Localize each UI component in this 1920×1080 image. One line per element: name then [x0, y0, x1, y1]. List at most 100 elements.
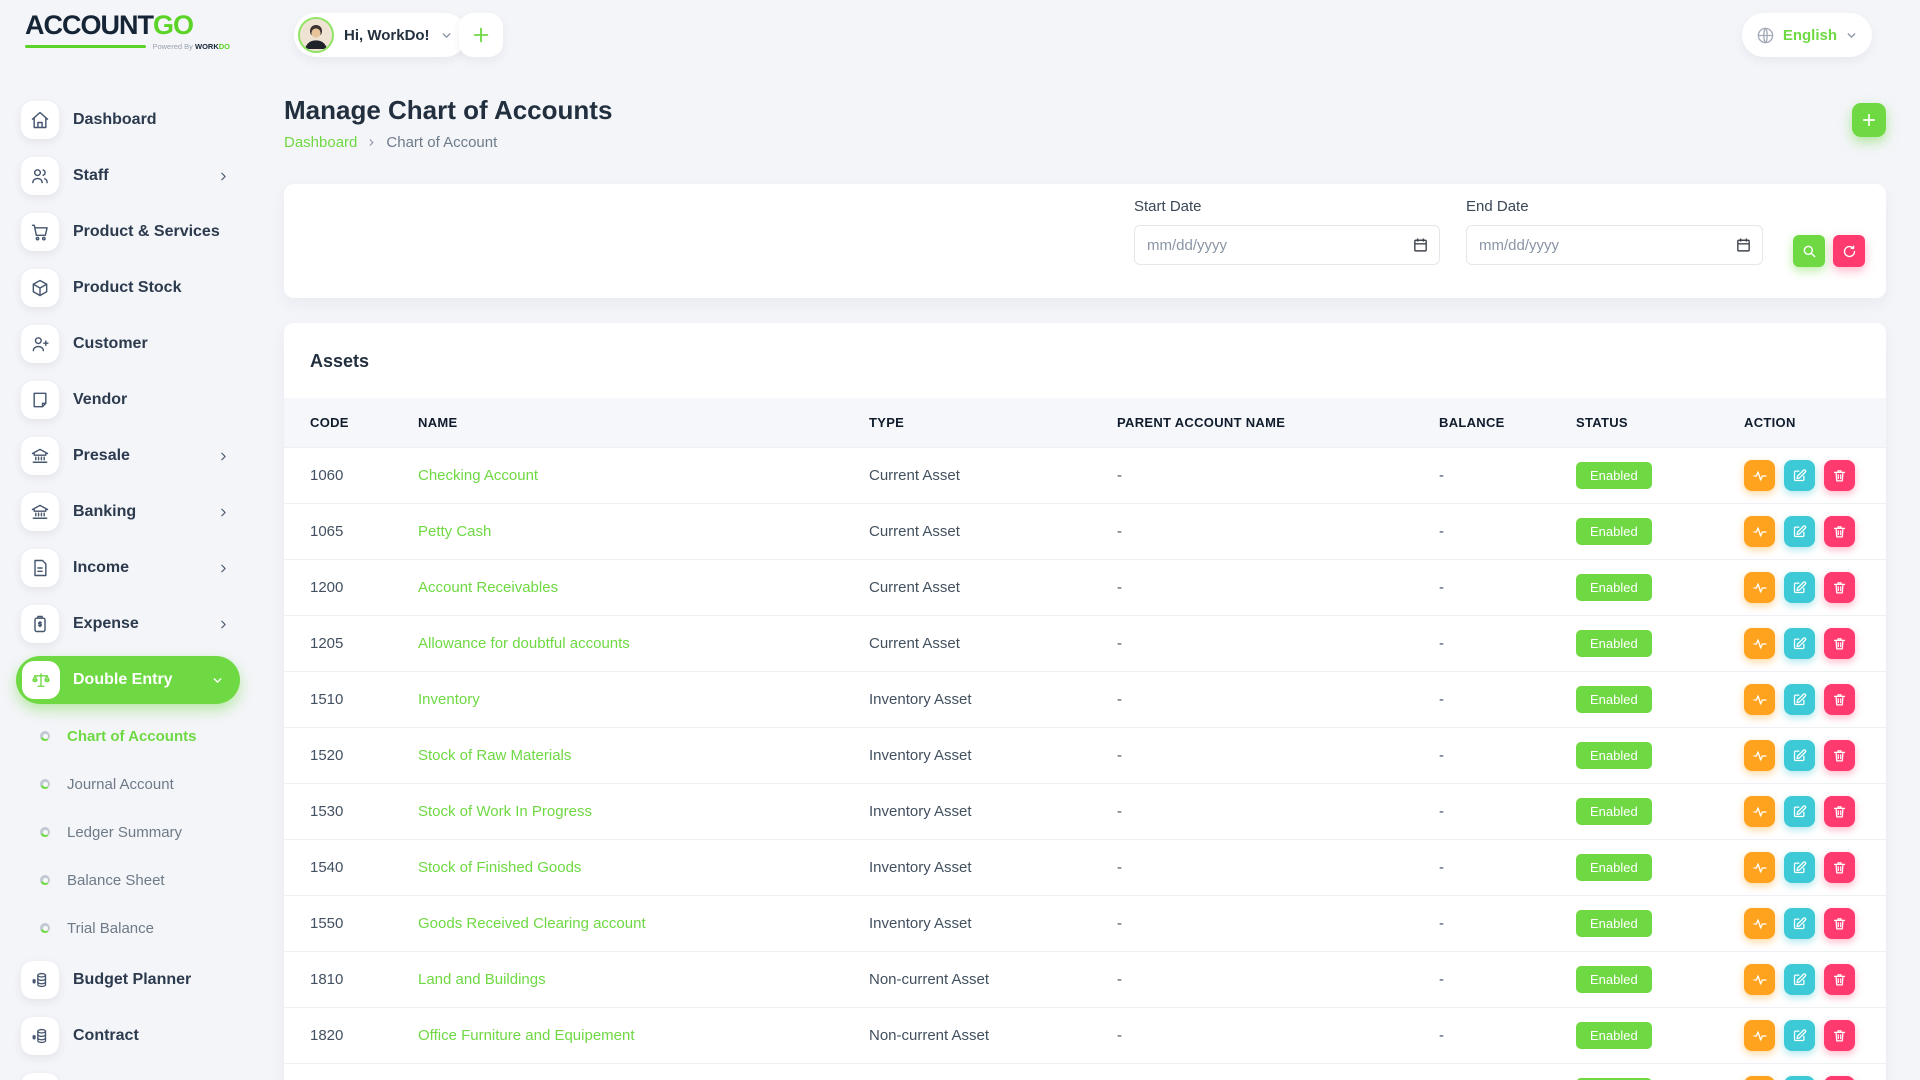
sidebar-item-product-services[interactable]: Product & Services — [0, 204, 260, 260]
delete-button[interactable] — [1824, 572, 1855, 603]
account-name-link[interactable]: Inventory — [418, 691, 480, 708]
edit-button[interactable] — [1784, 740, 1815, 771]
start-date-input[interactable] — [1134, 225, 1440, 265]
account-name-link[interactable]: Checking Account — [418, 467, 538, 484]
col-parent: PARENT ACCOUNT NAME — [1091, 398, 1413, 448]
search-button[interactable] — [1793, 235, 1825, 267]
page-head: Manage Chart of Accounts Dashboard Chart… — [284, 95, 1886, 151]
sidebar-item-expense[interactable]: Expense — [0, 596, 260, 652]
account-name-link[interactable]: Goods Received Clearing account — [418, 915, 646, 932]
transactions-button[interactable] — [1744, 796, 1775, 827]
document-icon — [21, 549, 59, 587]
account-name-link[interactable]: Account Receivables — [418, 579, 558, 596]
delete-button[interactable] — [1824, 460, 1855, 491]
sidebar-item-income[interactable]: Income — [0, 540, 260, 596]
sidebar-subitem-chart-of-accounts[interactable]: Chart of Accounts — [0, 712, 260, 760]
transactions-button[interactable] — [1744, 1076, 1775, 1080]
delete-button[interactable] — [1824, 516, 1855, 547]
account-name-link[interactable]: Stock of Work In Progress — [418, 803, 592, 820]
account-type: Inventory Asset — [843, 728, 1091, 784]
sidebar-subitem-trial-balance[interactable]: Trial Balance — [0, 904, 260, 952]
account-code: 1540 — [284, 840, 392, 896]
edit-button[interactable] — [1784, 908, 1815, 939]
delete-button[interactable] — [1824, 740, 1855, 771]
transactions-button[interactable] — [1744, 684, 1775, 715]
edit-button[interactable] — [1784, 796, 1815, 827]
sidebar-item-presale[interactable]: Presale — [0, 428, 260, 484]
account-name-link[interactable]: Stock of Raw Materials — [418, 747, 571, 764]
transactions-button[interactable] — [1744, 1020, 1775, 1051]
sidebar-subitem-ledger-summary[interactable]: Ledger Summary — [0, 808, 260, 856]
account-name-link[interactable]: Petty Cash — [418, 523, 491, 540]
chevron-right-icon — [217, 618, 230, 631]
trash-icon — [1832, 860, 1847, 875]
sidebar-subitem-balance-sheet[interactable]: Balance Sheet — [0, 856, 260, 904]
transactions-button[interactable] — [1744, 740, 1775, 771]
sidebar-item-dashboard[interactable]: Dashboard — [0, 92, 260, 148]
sidebar-item-contract[interactable]: Contract — [0, 1008, 260, 1064]
edit-button[interactable] — [1784, 516, 1815, 547]
account-name-link[interactable]: Allowance for doubtful accounts — [418, 635, 630, 652]
transactions-button[interactable] — [1744, 628, 1775, 659]
delete-button[interactable] — [1824, 1020, 1855, 1051]
account-name-link[interactable]: Stock of Finished Goods — [418, 859, 581, 876]
brand-logo[interactable]: ACCOUNTGO Powered By WORKDO — [25, 12, 230, 51]
delete-button[interactable] — [1824, 684, 1855, 715]
end-date-input[interactable] — [1466, 225, 1763, 265]
account-name-link[interactable]: Office Furniture and Equipement — [418, 1027, 635, 1044]
breadcrumb-dashboard-link[interactable]: Dashboard — [284, 134, 357, 151]
sidebar-item-product-stock[interactable]: Product Stock — [0, 260, 260, 316]
calendar-icon[interactable] — [1412, 236, 1429, 253]
sidebar-item-budget-planner[interactable]: Budget Planner — [0, 952, 260, 1008]
calendar-icon[interactable] — [1735, 236, 1752, 253]
edit-button[interactable] — [1784, 628, 1815, 659]
edit-button[interactable] — [1784, 684, 1815, 715]
sidebar-item-double-entry[interactable]: Double Entry — [16, 656, 240, 704]
quick-add-button[interactable] — [459, 13, 503, 57]
sidebar-item-vendor[interactable]: Vendor — [0, 372, 260, 428]
account-code: 1820 — [284, 1008, 392, 1064]
delete-button[interactable] — [1824, 852, 1855, 883]
transactions-button[interactable] — [1744, 964, 1775, 995]
delete-button[interactable] — [1824, 796, 1855, 827]
delete-button[interactable] — [1824, 628, 1855, 659]
transactions-button[interactable] — [1744, 516, 1775, 547]
chevron-right-icon — [217, 562, 230, 575]
sidebar-subitem-journal-account[interactable]: Journal Account — [0, 760, 260, 808]
activity-icon — [1752, 972, 1768, 988]
sidebar-item-banking[interactable]: Banking — [0, 484, 260, 540]
edit-button[interactable] — [1784, 460, 1815, 491]
delete-button[interactable] — [1824, 964, 1855, 995]
activity-icon — [1752, 860, 1768, 876]
chevron-right-icon — [366, 137, 377, 148]
reset-button[interactable] — [1833, 235, 1865, 267]
sidebar-item-staff[interactable]: Staff — [0, 148, 260, 204]
bullet-icon — [40, 731, 50, 741]
transactions-button[interactable] — [1744, 460, 1775, 491]
scales-icon — [22, 661, 60, 699]
edit-button[interactable] — [1784, 572, 1815, 603]
account-name-link[interactable]: Land and Buildings — [418, 971, 546, 988]
sidebar-item-customer[interactable]: Customer — [0, 316, 260, 372]
account-type: Current Asset — [843, 504, 1091, 560]
parent-account-name: - — [1091, 840, 1413, 896]
add-account-button[interactable] — [1852, 103, 1886, 137]
edit-icon — [1792, 860, 1807, 875]
language-selector[interactable]: English — [1742, 13, 1872, 57]
edit-button[interactable] — [1784, 852, 1815, 883]
account-code: 1065 — [284, 504, 392, 560]
transactions-button[interactable] — [1744, 852, 1775, 883]
delete-button[interactable] — [1824, 1076, 1855, 1080]
transactions-button[interactable] — [1744, 908, 1775, 939]
status-badge: Enabled — [1576, 630, 1652, 657]
edit-button[interactable] — [1784, 1020, 1815, 1051]
start-date-group: Start Date — [1134, 198, 1440, 265]
user-menu[interactable]: Hi, WorkDo! — [294, 13, 467, 57]
edit-button[interactable] — [1784, 1076, 1815, 1080]
row-actions — [1744, 1020, 1874, 1051]
delete-button[interactable] — [1824, 908, 1855, 939]
transactions-button[interactable] — [1744, 572, 1775, 603]
edit-button[interactable] — [1784, 964, 1815, 995]
sidebar-item-clipped[interactable] — [21, 1073, 59, 1080]
activity-icon — [1752, 636, 1768, 652]
